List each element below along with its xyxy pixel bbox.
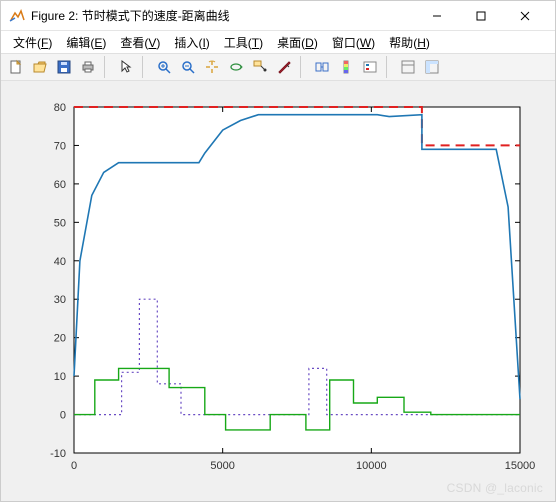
menu-window[interactable]: 窗口(W)	[326, 32, 381, 53]
watermark: CSDN @_laconic	[447, 481, 543, 495]
svg-text:0: 0	[60, 410, 66, 422]
toolbar-separator	[142, 56, 148, 78]
menubar: 文件(F) 编辑(E) 查看(V) 插入(I) 工具(T) 桌面(D) 窗口(W…	[1, 31, 555, 53]
new-figure-button[interactable]	[5, 56, 27, 78]
svg-text:40: 40	[54, 256, 66, 268]
titlebar: Figure 2: 节时模式下的速度-距离曲线	[1, 1, 555, 31]
figure-area: 0 5000 10000 15000 -10 0 10 20 30 40 50 60 70 80 CSDN…	[1, 81, 555, 501]
toolbar-separator	[300, 56, 306, 78]
datacursor-button[interactable]	[249, 56, 271, 78]
svg-text:80: 80	[54, 102, 66, 114]
svg-text:50: 50	[54, 217, 66, 229]
svg-text:20: 20	[54, 333, 66, 345]
menu-edit[interactable]: 编辑(E)	[60, 32, 112, 53]
close-button[interactable]	[503, 2, 547, 30]
link-button[interactable]	[311, 56, 333, 78]
matlab-icon	[9, 8, 25, 24]
svg-text:60: 60	[54, 179, 66, 191]
rotate3d-button[interactable]	[225, 56, 247, 78]
pointer-button[interactable]	[115, 56, 137, 78]
axes[interactable]: 0 5000 10000 15000 -10 0 10 20 30 40 50 60 70 80	[18, 95, 538, 487]
maximize-button[interactable]	[459, 2, 503, 30]
colorbar-button[interactable]	[335, 56, 357, 78]
svg-text:30: 30	[54, 294, 66, 306]
legend-button[interactable]	[359, 56, 381, 78]
minimize-button[interactable]	[415, 2, 459, 30]
open-button[interactable]	[29, 56, 51, 78]
brush-button[interactable]	[273, 56, 295, 78]
menu-view[interactable]: 查看(V)	[114, 32, 166, 53]
menu-help[interactable]: 帮助(H)	[383, 32, 436, 53]
zoom-out-button[interactable]	[177, 56, 199, 78]
figure-window: Figure 2: 节时模式下的速度-距离曲线 文件(F) 编辑(E) 查看(V…	[0, 0, 556, 502]
menu-insert[interactable]: 插入(I)	[168, 32, 215, 53]
svg-text:10000: 10000	[356, 460, 387, 472]
svg-text:-10: -10	[50, 448, 66, 460]
hide-tools-button[interactable]	[397, 56, 419, 78]
menu-desktop[interactable]: 桌面(D)	[271, 32, 324, 53]
svg-text:5000: 5000	[210, 460, 234, 472]
show-tools-button[interactable]	[421, 56, 443, 78]
svg-text:70: 70	[54, 140, 66, 152]
toolbar-separator	[104, 56, 110, 78]
menu-file[interactable]: 文件(F)	[7, 32, 58, 53]
window-title: Figure 2: 节时模式下的速度-距离曲线	[31, 7, 415, 24]
toolbar	[1, 53, 555, 81]
pan-button[interactable]	[201, 56, 223, 78]
svg-text:0: 0	[71, 460, 77, 472]
svg-text:10: 10	[54, 371, 66, 383]
window-controls	[415, 2, 547, 30]
menu-tools[interactable]: 工具(T)	[218, 32, 269, 53]
zoom-in-button[interactable]	[153, 56, 175, 78]
print-button[interactable]	[77, 56, 99, 78]
save-button[interactable]	[53, 56, 75, 78]
toolbar-separator	[386, 56, 392, 78]
svg-text:15000: 15000	[505, 460, 536, 472]
